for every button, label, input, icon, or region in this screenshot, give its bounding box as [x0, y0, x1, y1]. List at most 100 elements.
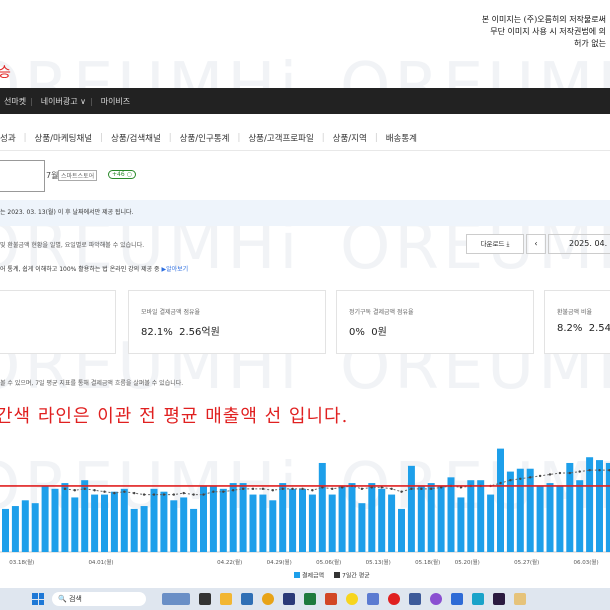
moving-average-point	[93, 489, 96, 492]
bar	[110, 491, 118, 552]
moving-average-point	[202, 493, 205, 496]
moving-average-point	[558, 471, 562, 475]
moving-average-point	[390, 487, 393, 491]
record-icon[interactable]	[388, 593, 400, 605]
moving-average-point	[83, 487, 86, 491]
stat-card-empty	[0, 290, 116, 354]
x-tick-label: 04.01(월)	[88, 558, 113, 566]
windows-start-icon[interactable]	[32, 593, 44, 605]
file-explorer-icon[interactable]	[220, 593, 232, 605]
bar	[378, 488, 386, 552]
bar	[447, 477, 455, 552]
moving-average-point	[568, 471, 571, 475]
bar	[338, 485, 346, 552]
download-button[interactable]: 다운로드 ⤓	[466, 234, 524, 254]
task-view-icon[interactable]	[199, 593, 211, 605]
moving-average-point	[172, 493, 175, 496]
tab-product-marketing-channel[interactable]: 상품/마케팅채널	[27, 132, 101, 144]
moving-average-point	[410, 487, 413, 491]
bar	[180, 497, 188, 552]
bar	[81, 480, 89, 552]
bar	[11, 506, 19, 552]
date-range-picker[interactable]: 2025. 04. 0	[548, 234, 610, 254]
illustrator-icon[interactable]	[493, 593, 505, 605]
chart-description: 볼 수 있으며, 7일 평균 지표를 통해 결제금액 흐름을 살펴볼 수 있습니…	[0, 380, 184, 387]
store-score-pill[interactable]: +46 ○	[108, 170, 136, 179]
moving-average-point	[162, 493, 166, 496]
stat-card-refund: 환불금액 비율 8.2% 2.54	[544, 290, 610, 354]
bar	[388, 494, 396, 552]
bar	[487, 494, 495, 552]
legend-label-avg: 7일간 평균	[342, 572, 370, 580]
bar	[219, 488, 227, 552]
app-icon[interactable]	[430, 593, 442, 605]
moving-average-point	[123, 490, 126, 493]
nav-item-market[interactable]: 선마켓	[4, 96, 26, 107]
bar	[506, 471, 514, 552]
nav-item-mybiz[interactable]: 마이비즈	[101, 96, 130, 107]
stat-value: 8.2% 2.54	[557, 323, 610, 334]
guide-banner: 어 통계, 쉽게 이해하고 100% 활용하는 법 온라인 강의 제공 중 ▶알…	[0, 264, 188, 273]
bar	[596, 460, 603, 552]
bar	[279, 483, 287, 552]
bar	[605, 462, 610, 552]
bar	[229, 483, 237, 552]
bar	[398, 508, 405, 552]
bar	[407, 465, 415, 552]
tab-product-demographics[interactable]: 상품/인구통계	[172, 132, 238, 144]
moving-average-point	[360, 487, 364, 491]
stat-label: 환불금액 비율	[557, 309, 593, 316]
bar	[21, 500, 29, 552]
tab-performance[interactable]: 성과	[0, 132, 24, 144]
moving-average-point	[548, 473, 552, 476]
moving-average-point	[142, 493, 146, 496]
bar	[308, 494, 316, 552]
tab-product-search-channel[interactable]: 상품/검색채널	[103, 132, 169, 144]
excel-icon[interactable]	[304, 593, 316, 605]
premiere-icon[interactable]	[283, 593, 295, 605]
bar	[576, 480, 584, 552]
copyright-notice: 본 이미지는 (주)오름히의 저작물로써 무단 이미지 사용 시 저작권법에 의…	[482, 14, 606, 50]
moving-average-point	[509, 479, 512, 482]
nav-item-naver-ads[interactable]: 네이버광고 ∨	[41, 96, 86, 107]
stats-tab-bar: 성과 | 상품/마케팅채널 | 상품/검색채널 | 상품/인구통계 | 상품/고객프로파…	[0, 126, 610, 151]
tab-delivery-stats[interactable]: 배송통계	[378, 132, 425, 144]
moving-average-point	[578, 470, 581, 473]
legend-swatch-avg	[334, 572, 340, 578]
moving-average-point	[192, 493, 195, 496]
guide-link[interactable]: ▶알아보기	[162, 266, 189, 273]
chrome-icon[interactable]	[262, 593, 274, 605]
moving-average-point	[182, 491, 185, 495]
bar	[457, 497, 465, 552]
tab-product-region[interactable]: 상품/지역	[325, 132, 375, 144]
bar	[51, 488, 59, 552]
moving-average-point	[400, 490, 403, 493]
bar	[536, 485, 544, 552]
stat-card-mobile: 모바일 결제금액 점유율 82.1% 2.56억원	[128, 290, 326, 354]
moving-average-point	[113, 491, 116, 495]
notepad-icon[interactable]	[409, 593, 421, 605]
store-app-icon[interactable]	[241, 593, 253, 605]
app-icon-2[interactable]	[472, 593, 484, 605]
bar	[31, 503, 39, 552]
bar	[348, 483, 356, 552]
date-prev-button[interactable]: ‹	[526, 234, 546, 254]
edge-icon[interactable]	[451, 593, 463, 605]
taskbar-search-input[interactable]: 🔍 검색	[52, 592, 146, 606]
moving-average-point	[291, 487, 294, 491]
bar	[2, 508, 9, 552]
powerpoint-icon[interactable]	[325, 593, 337, 605]
legend-label-bar: 결제금액	[302, 572, 324, 580]
app-icon-3[interactable]	[514, 593, 526, 605]
widget-icon[interactable]	[162, 593, 190, 605]
bar	[200, 485, 207, 552]
calculator-icon[interactable]	[367, 593, 379, 605]
stat-value: 0% 0원	[349, 327, 387, 338]
x-tick-label: 04.29(월)	[267, 558, 292, 566]
bar	[289, 488, 297, 552]
moving-average-point	[529, 476, 532, 479]
moving-average-point	[301, 487, 304, 491]
tab-product-customer-profile[interactable]: 상품/고객프로파일	[240, 132, 321, 144]
kakaotalk-icon[interactable]	[346, 593, 358, 605]
bar	[368, 483, 376, 552]
